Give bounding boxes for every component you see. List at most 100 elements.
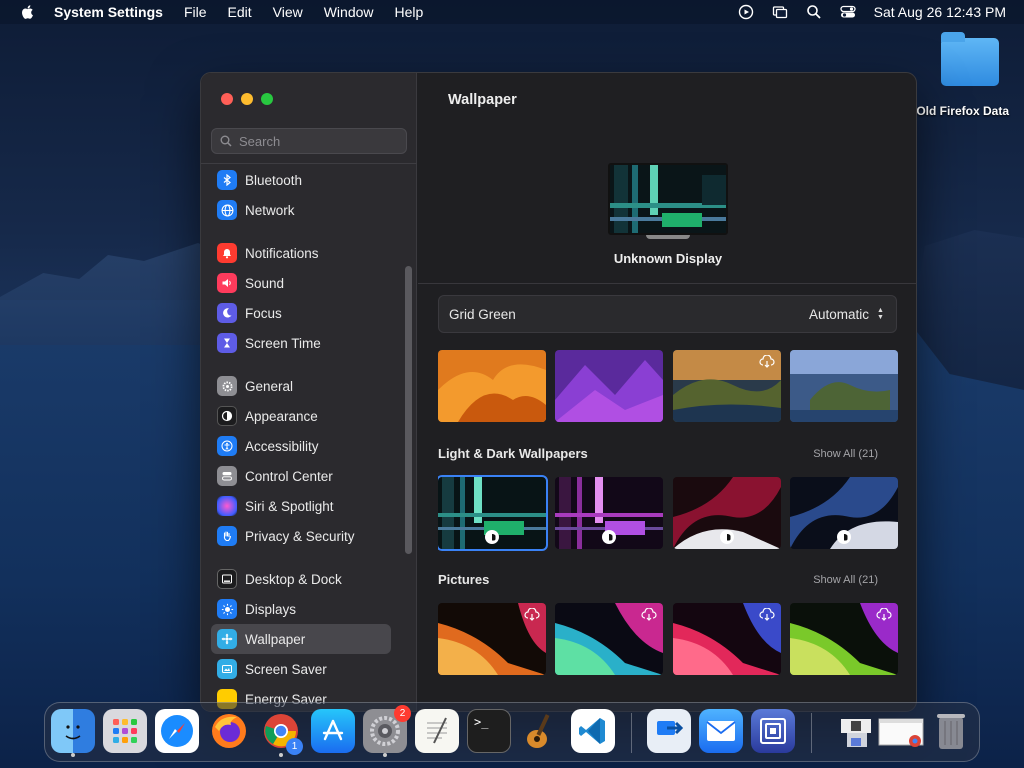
wallpaper-thumb-wave-blue[interactable] [790,477,898,549]
sidebar-item-label: Focus [245,305,282,321]
menu-view[interactable]: View [273,4,303,20]
show-all-pictures-link[interactable]: Show All (21) [813,574,878,586]
wallpaper-thumb-ventura[interactable] [438,350,546,422]
folder-icon [941,32,999,86]
chrome-icon[interactable]: 1 [259,709,303,757]
sidebar-item-appearance[interactable]: Appearance [211,401,391,431]
sidebar-item-accessibility[interactable]: Accessibility [211,431,391,461]
sidebar-divider [201,163,417,164]
screensharing-icon[interactable] [751,709,795,753]
wallpaper-thumb-macbook-green[interactable] [790,603,898,675]
sidebar-item-label: Screen Time [245,335,321,351]
wallpaper-thumb-monterey[interactable] [555,350,663,422]
hand-icon [217,526,237,546]
sidebar-item-general[interactable]: General [211,371,391,401]
menu-file[interactable]: File [184,4,207,20]
sidebar-item-privacy-security[interactable]: Privacy & Security [211,521,391,551]
running-indicator [383,753,387,757]
bell-icon [217,243,237,263]
finder-icon[interactable] [51,709,95,757]
sidebar-item-focus[interactable]: Focus [211,298,391,328]
hourglass-icon [217,333,237,353]
firefox-icon[interactable] [207,709,251,753]
sidebar-item-sound[interactable]: Sound [211,268,391,298]
sidebar-item-label: Sound [245,275,285,291]
wallpaper-pane: Wallpaper Unknown Display Grid Green Aut… [418,73,916,711]
wallpaper-thumb-grid-purple[interactable] [555,477,663,549]
sidebar-item-notifications[interactable]: Notifications [211,238,391,268]
minimize-button[interactable] [241,93,253,105]
menu-window[interactable]: Window [324,4,374,20]
cloud-download-icon[interactable] [524,608,540,622]
window-controls [221,93,273,105]
search-input[interactable] [239,133,389,149]
cloud-download-icon[interactable] [641,608,657,622]
sidebar-item-label: General [245,378,294,394]
menu-help[interactable]: Help [395,4,424,20]
wallpaper-thumb-macbook-teal[interactable] [555,603,663,675]
menu-app-name[interactable]: System Settings [54,4,163,20]
migration-icon[interactable] [647,709,691,753]
appearance-mode-select[interactable]: Automatic ▲ ▼ [809,306,886,323]
menu-edit[interactable]: Edit [228,4,252,20]
sidebar-item-displays[interactable]: Displays [211,594,391,624]
sidebar-item-screen-time[interactable]: Screen Time [211,328,391,358]
wallpaper-selector-row: Grid Green Automatic ▲ ▼ [438,295,897,333]
appearance-mode-value: Automatic [808,306,869,322]
spotlight-search-icon[interactable] [806,4,822,20]
guitar-icon[interactable] [519,709,563,753]
section-title-light-dark: Light & Dark Wallpapers [438,446,588,461]
window-preview-icon[interactable] [877,709,925,753]
zoom-button[interactable] [261,93,273,105]
mail-icon[interactable] [699,709,743,753]
cloud-download-icon[interactable] [876,608,892,622]
settings-icon[interactable]: 2 [363,705,411,757]
wallpaper-thumb-macbook-pink[interactable] [673,603,781,675]
sidebar-item-label: Notifications [245,245,319,261]
sidebar-item-siri-spotlight[interactable]: Siri & Spotlight [211,491,391,521]
show-all-light-dark-link[interactable]: Show All (21) [813,448,878,460]
light-dark-badge-icon [602,530,616,544]
textedit-icon[interactable] [415,709,459,753]
content-divider [418,283,916,284]
search-field[interactable] [211,128,407,154]
screen-mirroring-icon[interactable] [772,4,788,20]
desktop-folder[interactable]: Old Firefox Data [915,32,1024,118]
screensaver-icon [217,659,237,679]
sidebar: Bluetooth Network Notifications Sound [201,73,417,711]
sidebar-item-network[interactable]: Network [211,195,391,225]
trash-icon[interactable] [929,709,973,753]
sidebar-item-screen-saver[interactable]: Screen Saver [211,654,391,684]
terminal-icon[interactable]: >_ [467,709,511,753]
sidebar-item-control-center[interactable]: Control Center [211,461,391,491]
sidebar-item-label: Appearance [245,408,318,424]
sidebar-item-bluetooth[interactable]: Bluetooth [211,165,391,195]
desktop-folder-label: Old Firefox Data [916,104,1009,118]
sidebar-item-wallpaper[interactable]: Wallpaper [211,624,391,654]
vscode-icon[interactable] [571,709,615,753]
section-title-pictures: Pictures [438,572,490,587]
appstore-icon[interactable] [311,709,355,753]
dock-separator [631,713,632,753]
menubar-clock[interactable]: Sat Aug 26 12:43 PM [874,4,1006,20]
sidebar-scrollbar[interactable] [405,266,412,554]
control-center-icon[interactable] [840,4,856,20]
page-title: Wallpaper [448,92,517,108]
wallpaper-thumb-catalina-island[interactable] [790,350,898,422]
cloud-download-icon[interactable] [759,355,775,369]
safari-icon[interactable] [155,709,199,753]
cloud-download-icon[interactable] [759,608,775,622]
running-indicator [279,753,283,757]
wallpaper-thumb-grid-green[interactable] [438,475,548,551]
apple-menu-icon[interactable] [20,4,36,20]
downloads-stack-icon[interactable] [831,709,875,753]
play-status-icon[interactable] [738,4,754,20]
launchpad-icon[interactable] [103,709,147,753]
gear-icon [217,376,237,396]
wallpaper-thumb-catalina[interactable] [673,350,781,422]
wallpaper-thumb-wave-red[interactable] [673,477,781,549]
sidebar-item-label: Network [245,202,295,218]
close-button[interactable] [221,93,233,105]
sidebar-item-desktop-dock[interactable]: Desktop & Dock [211,564,391,594]
wallpaper-thumb-macbook-orange[interactable] [438,603,546,675]
